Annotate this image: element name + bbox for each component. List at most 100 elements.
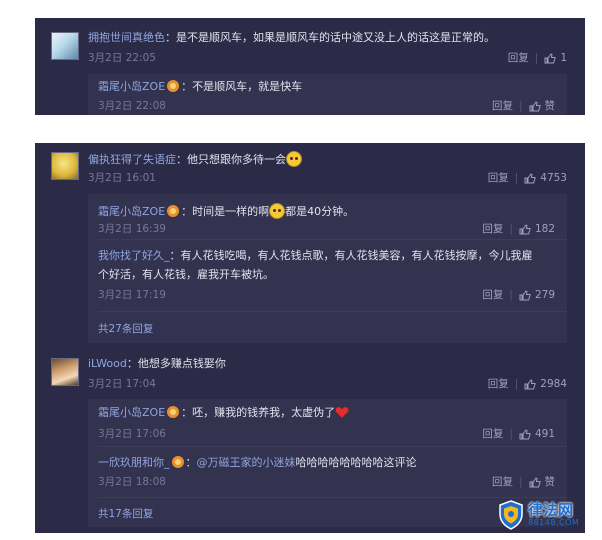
heart-emoji-icon <box>335 406 349 419</box>
action-divider: | <box>509 289 513 301</box>
reply-actions: 回复 | 279 <box>482 288 555 302</box>
comment-text: 他只想跟你多待一会 <box>187 153 286 166</box>
comment-actions: 回复 | 4753 <box>488 171 567 185</box>
avatar[interactable] <box>51 32 79 60</box>
reply-body-continued: 个好活，有人花钱，雇我开车被坑。 <box>98 268 274 282</box>
username-link[interactable]: 拥抱世间真绝色 <box>88 31 165 44</box>
reply-button[interactable]: 回复 <box>488 171 509 185</box>
more-replies-link[interactable]: 共17条回复 <box>98 506 153 521</box>
colon-separator: ： <box>126 357 138 370</box>
reply-box: 霜尾小岛ZOE ：时间是一样的啊 都是40分钟。 3月2日 16:39 回复 | 1… <box>88 194 567 343</box>
divider <box>98 497 567 498</box>
reply-body: 霜尾小岛ZOE ：时间是一样的啊 都是40分钟。 <box>98 203 354 219</box>
watermark-title: 律法网 <box>528 501 574 519</box>
reply-body: 一欣玖朋和你_ ：@万磁王家的小迷妹哈哈哈哈哈哈哈哈这评论 <box>98 456 417 470</box>
thumb-up-icon[interactable] <box>519 428 531 440</box>
username-link[interactable]: 一欣玖朋和你_ <box>98 456 170 469</box>
colon-separator: ： <box>181 406 193 419</box>
timestamp: 3月2日 17:19 <box>98 289 166 301</box>
reply-button[interactable]: 回复 <box>482 222 503 236</box>
thumb-up-icon[interactable] <box>529 100 541 112</box>
timestamp: 3月2日 17:04 <box>88 378 156 390</box>
timestamp: 3月2日 22:05 <box>88 52 156 64</box>
like-count: 491 <box>534 428 555 440</box>
colon-separator: ： <box>181 80 193 93</box>
username-link[interactable]: iLWood <box>88 357 127 370</box>
vip-badge-icon <box>167 205 180 217</box>
comment-text: 是不是顺风车，如果是顺风车的话中途又没上人的话这是正常的。 <box>176 31 495 44</box>
like-count: 279 <box>534 289 555 301</box>
like-label[interactable]: 赞 <box>545 99 556 113</box>
reply-button[interactable]: 回复 <box>492 99 513 113</box>
comment-panel-1: 拥抱世间真绝色：是不是顺风车，如果是顺风车的话中途又没上人的话这是正常的。 3月… <box>35 18 585 115</box>
action-divider: | <box>514 172 519 184</box>
avatar[interactable] <box>51 358 79 386</box>
thumb-up-icon[interactable] <box>519 223 531 235</box>
reply-text: 哈哈哈哈哈哈哈哈这评论 <box>295 456 417 469</box>
reply-button[interactable]: 回复 <box>508 51 529 65</box>
reply-box: 霜尾小岛ZOE ：呸，赚我的钱养我，太虚伪了 3月2日 17:06 回复 | 49… <box>88 399 567 527</box>
like-count: 2984 <box>540 378 567 390</box>
reply-actions: 回复 | 赞 <box>492 99 555 113</box>
reply-body: 我你找了好久_：有人花钱吃喝，有人花钱点歌，有人花钱美容，有人花钱按摩，今儿我雇 <box>98 249 533 263</box>
watermark-text: 律法网 88148.COM <box>528 502 579 528</box>
reply-text: 呸，赚我的钱养我，太虚伪了 <box>192 406 336 419</box>
reply-text: 时间是一样的啊 <box>192 205 270 218</box>
thumb-up-icon[interactable] <box>519 289 531 301</box>
comment-body: iLWood：他想多赚点钱娶你 <box>88 357 226 371</box>
reply-button[interactable]: 回复 <box>482 427 503 441</box>
colon-separator: ： <box>185 456 197 469</box>
comment-text: 他想多赚点钱娶你 <box>137 357 226 370</box>
username-link[interactable]: 偏执狂得了失语症 <box>88 153 176 166</box>
mention-link[interactable]: @万磁王家的小迷妹 <box>197 456 296 469</box>
username-link[interactable]: 霜尾小岛ZOE <box>98 205 165 218</box>
timestamp: 3月2日 16:39 <box>98 223 166 235</box>
username-link[interactable]: 霜尾小岛ZOE <box>98 406 165 419</box>
watermark-url: 88148.COM <box>528 518 580 527</box>
reply-body: 霜尾小岛ZOE ：不是顺风车，就是快车 <box>98 80 302 94</box>
comment-panel-2: 偏执狂得了失语症：他只想跟你多待一会 3月2日 16:01 回复 | 4753 … <box>35 143 585 533</box>
vip-badge-icon <box>167 80 180 92</box>
reply-button[interactable]: 回复 <box>488 377 509 391</box>
reply-text: 都是40分钟。 <box>285 205 355 218</box>
reply-text: 有人花钱吃喝，有人花钱点歌，有人花钱美容，有人花钱按摩，今儿我雇 <box>180 249 533 262</box>
avatar[interactable] <box>51 152 79 180</box>
action-divider: | <box>534 52 539 64</box>
username-link[interactable]: 霜尾小岛ZOE <box>98 80 165 93</box>
reply-actions: 回复 | 赞 <box>492 475 555 489</box>
thumb-up-icon[interactable] <box>524 172 536 184</box>
reply-body: 霜尾小岛ZOE ：呸，赚我的钱养我，太虚伪了 <box>98 406 349 420</box>
thumb-up-icon[interactable] <box>524 378 536 390</box>
more-replies-link[interactable]: 共27条回复 <box>98 321 153 336</box>
member-badge-icon <box>171 456 184 468</box>
reply-text: 个好活，有人花钱，雇我开车被坑。 <box>98 268 274 281</box>
reply-button[interactable]: 回复 <box>482 288 503 302</box>
site-watermark: 律法网 88148.COM <box>498 497 602 533</box>
colon-separator: ： <box>165 31 176 44</box>
like-count: 182 <box>534 223 555 235</box>
comment-body: 偏执狂得了失语症：他只想跟你多待一会 <box>88 151 302 167</box>
username-link[interactable]: 我你找了好久_ <box>98 249 170 262</box>
shocked-emoji-icon <box>269 203 286 219</box>
colon-separator: ： <box>181 205 193 218</box>
timestamp: 3月2日 22:08 <box>98 100 166 112</box>
comment-actions: 回复 | 1 <box>508 51 567 65</box>
reply-button[interactable]: 回复 <box>492 475 513 489</box>
comment-actions: 回复 | 2984 <box>488 377 567 391</box>
action-divider: | <box>509 223 513 235</box>
timestamp: 3月2日 18:08 <box>98 476 166 488</box>
action-divider: | <box>509 428 513 440</box>
reply-actions: 回复 | 182 <box>482 222 555 236</box>
timestamp: 3月2日 17:06 <box>98 428 166 440</box>
smile-emoji-icon <box>286 151 302 167</box>
like-label[interactable]: 赞 <box>545 475 556 489</box>
colon-separator: ： <box>169 249 181 262</box>
timestamp: 3月2日 16:01 <box>88 172 156 184</box>
shield-logo-icon <box>499 500 523 530</box>
action-divider: | <box>514 378 519 390</box>
thumb-up-icon[interactable] <box>544 52 556 64</box>
colon-separator: ： <box>176 153 187 166</box>
like-count: 4753 <box>540 172 567 184</box>
thumb-up-icon[interactable] <box>529 476 541 488</box>
action-divider: | <box>518 476 523 488</box>
